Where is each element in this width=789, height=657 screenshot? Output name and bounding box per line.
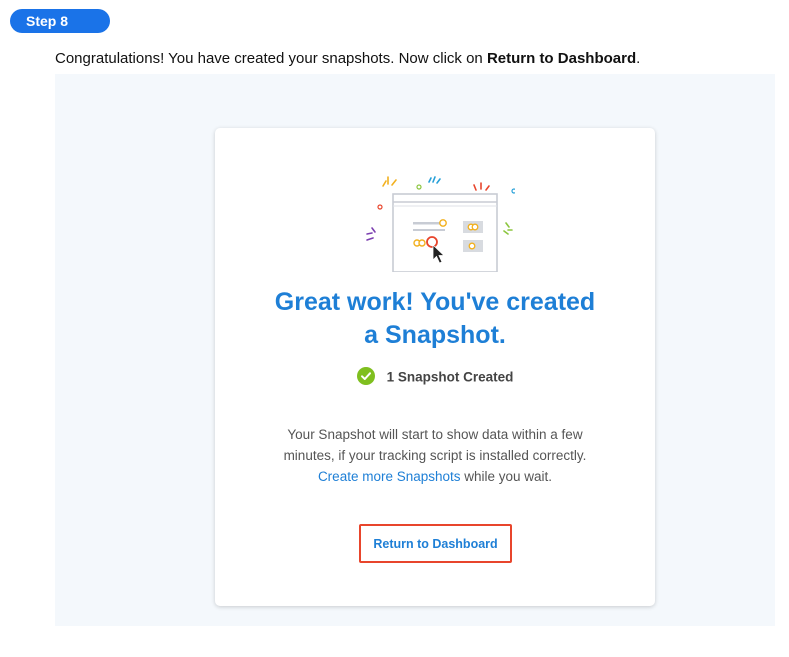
success-card: Great work! You've created a Snapshot. 1… [215, 128, 655, 606]
info-line-2: minutes, if your tracking script is inst… [283, 448, 587, 463]
create-more-snapshots-link[interactable]: Create more Snapshots [318, 469, 461, 484]
headline-line-1: Great work! You've created [274, 288, 596, 316]
status-text: 1 Snapshot Created [386, 369, 514, 385]
snapshot-illustration [366, 176, 515, 272]
info-line-3: Create more Snapshots while you wait. [265, 466, 605, 487]
snapshot-status: 1 Snapshot Created [215, 367, 655, 386]
instruction-bold-text: Return to Dashboard [486, 50, 637, 67]
instruction-text-before: Congratulations! You have created your s… [55, 50, 487, 67]
instruction-text: Congratulations! You have created your s… [55, 50, 640, 67]
button-highlight-box: Return to Dashboard [359, 524, 512, 563]
return-to-dashboard-button[interactable]: Return to Dashboard [361, 526, 510, 561]
info-line-3-after-link: while you wait. [460, 469, 553, 484]
headline: Great work! You've created a Snapshot. [215, 286, 655, 352]
info-text: Your Snapshot will start to show data wi… [265, 424, 605, 487]
info-line-1: Your Snapshot will start to show data wi… [287, 427, 583, 442]
headline-line-2: a Snapshot. [364, 321, 506, 349]
instruction-text-after: . [636, 50, 641, 67]
step-badge: Step 8 [10, 9, 110, 33]
check-circle-icon [356, 367, 375, 385]
screenshot-area: Great work! You've created a Snapshot. 1… [55, 74, 775, 626]
